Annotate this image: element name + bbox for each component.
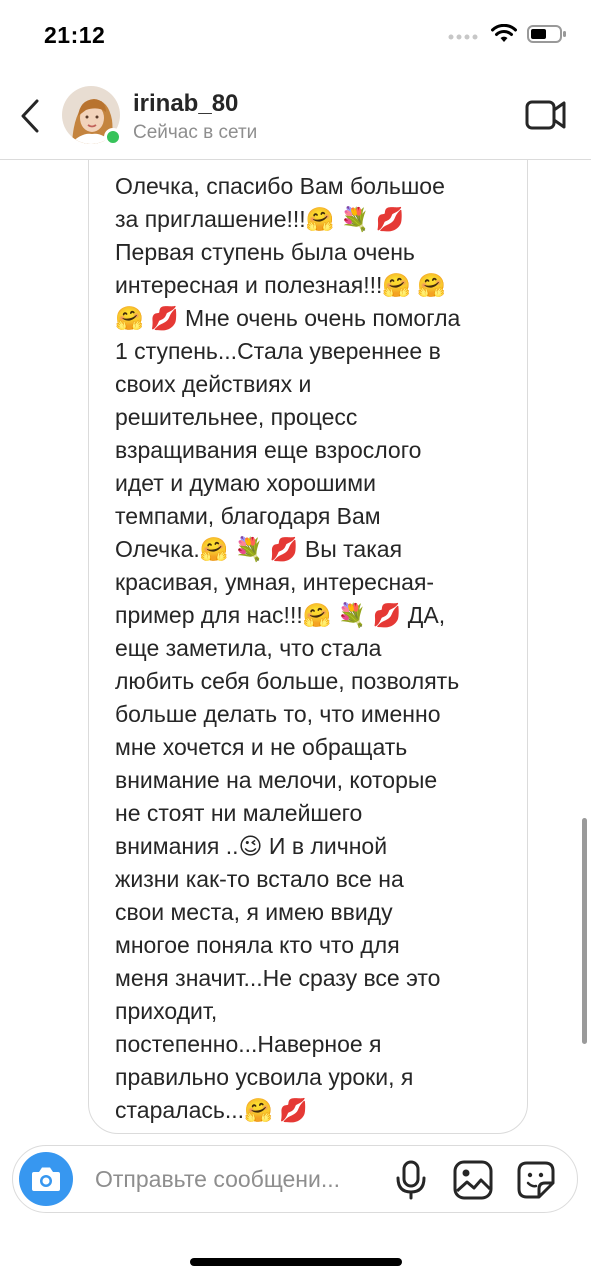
signal-icon [448, 34, 478, 40]
camera-button[interactable] [19, 1152, 73, 1206]
status-bar: 21:12 [0, 0, 591, 72]
message-thread[interactable]: Олечка, спасибо Вам большое за приглашен… [0, 160, 591, 1135]
chat-header: irinab_80 Сейчас в сети [0, 72, 591, 160]
message-composer [12, 1145, 578, 1213]
online-status: Сейчас в сети [133, 122, 258, 143]
status-indicators [447, 24, 567, 44]
sticker-icon [517, 1161, 555, 1199]
back-button[interactable] [14, 94, 46, 138]
gallery-button[interactable] [453, 1160, 493, 1200]
image-icon [453, 1160, 493, 1200]
scrollbar[interactable] [582, 818, 587, 1044]
camera-icon [32, 1167, 60, 1191]
video-camera-icon [525, 100, 566, 130]
battery-icon [527, 25, 566, 43]
message-input[interactable] [95, 1160, 385, 1198]
online-indicator [104, 128, 122, 146]
message-text: Олечка, спасибо Вам большое за приглашен… [115, 173, 461, 1123]
username[interactable]: irinab_80 [133, 90, 238, 118]
microphone-icon [396, 1160, 426, 1200]
home-indicator[interactable] [190, 1258, 402, 1266]
voice-message-button[interactable] [395, 1160, 427, 1200]
chevron-left-icon [21, 99, 39, 133]
profile-avatar[interactable] [62, 86, 122, 146]
video-call-button[interactable] [525, 96, 567, 134]
wifi-icon [491, 24, 517, 42]
status-time: 21:12 [44, 22, 106, 48]
sticker-button[interactable] [515, 1159, 557, 1201]
